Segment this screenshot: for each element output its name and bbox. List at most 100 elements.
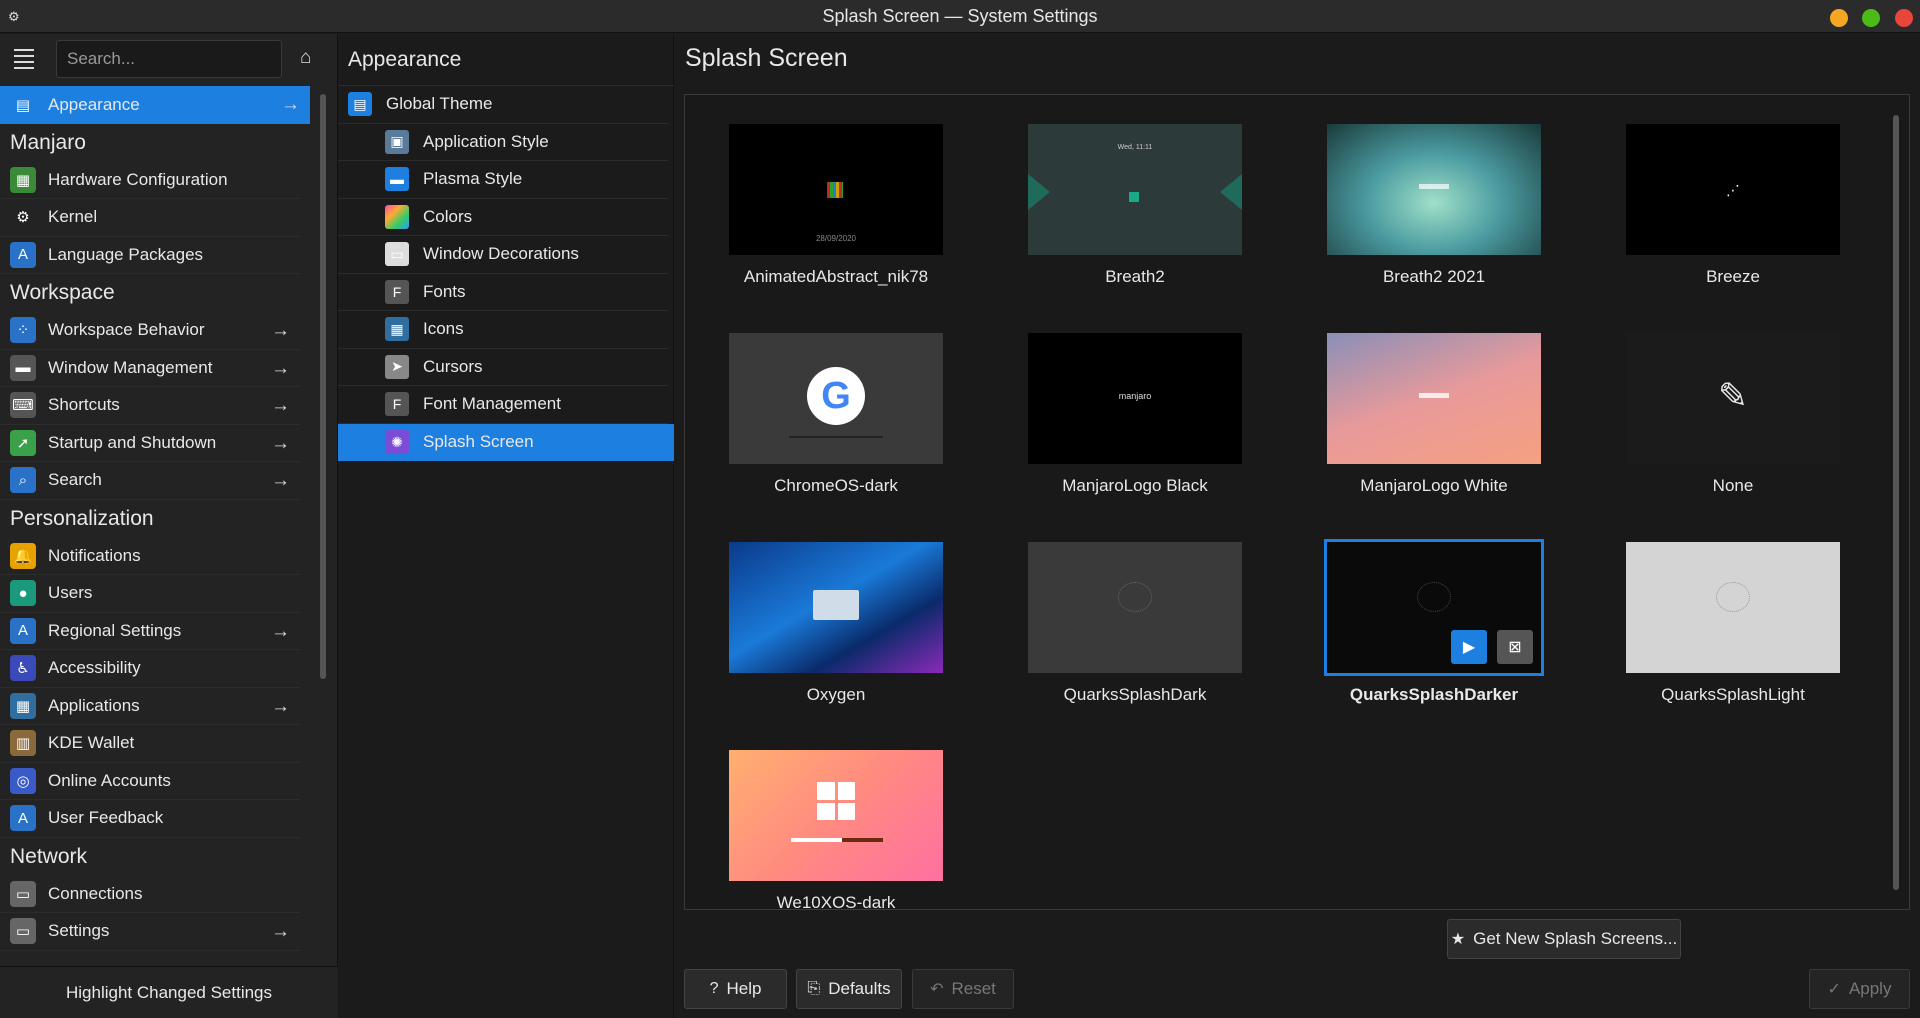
splash-theme-tile[interactable]: ▶ ⊠ QuarksSplashDarker <box>1324 539 1544 739</box>
sidebar-item-kernel[interactable]: ⚙ Kernel <box>0 199 300 237</box>
uninstall-button[interactable]: ⊠ <box>1497 630 1533 664</box>
sidebar-item-label: Workspace Behavior <box>48 320 205 340</box>
splash-theme-tile[interactable]: 28/09/2020 AnimatedAbstract_nik78 <box>726 121 946 321</box>
subcategory-colors[interactable]: Colors <box>338 199 668 236</box>
thumb-date-text: 28/09/2020 <box>815 234 857 243</box>
sidebar-scrollbar[interactable] <box>320 94 326 679</box>
splash-theme-tile[interactable]: ManjaroLogo White <box>1324 330 1544 530</box>
colors-icon <box>385 204 409 229</box>
splash-icon: ✺ <box>385 430 409 455</box>
splash-theme-tile[interactable]: manjaro ManjaroLogo Black <box>1025 330 1245 530</box>
sidebar-item-workspace-behavior[interactable]: ⁘ Workspace Behavior → <box>0 312 300 350</box>
network-settings-icon: ▭ <box>10 918 36 945</box>
subcategory-label: Global Theme <box>386 94 493 114</box>
subcategory-splash-screen[interactable]: ✺ Splash Screen <box>338 423 674 461</box>
splash-theme-tile[interactable]: Breath2 2021 <box>1324 121 1544 321</box>
hamburger-menu-icon[interactable] <box>14 49 34 69</box>
sidebar-item-label: Applications <box>48 695 140 715</box>
close-button[interactable] <box>1895 9 1913 27</box>
category-title: Appearance <box>348 48 462 71</box>
subcategory-window-decorations[interactable]: ▭ Window Decorations <box>338 236 668 274</box>
defaults-label: Defaults <box>828 979 891 998</box>
sidebar-item-label: Language Packages <box>48 244 204 264</box>
sidebar-item-label: Settings <box>48 921 110 941</box>
theme-preview-thumbnail: manjaro <box>1028 333 1242 464</box>
preview-play-button[interactable]: ▶ <box>1451 630 1487 664</box>
theme-preview-thumbnail <box>1028 542 1242 673</box>
theme-preview-thumbnail: G <box>729 333 943 464</box>
theme-name-label: QuarksSplashDark <box>1063 685 1207 704</box>
sidebar-item-search[interactable]: ⌕ Search → <box>0 462 300 500</box>
subcategory-icons[interactable]: ▦ Icons <box>338 311 668 349</box>
splash-theme-tile[interactable]: G ChromeOS-dark <box>726 330 946 530</box>
home-icon[interactable]: ⌂ <box>300 48 320 67</box>
sidebar-list: ▤ Appearance → Manjaro ▦ Hardware Configurati… <box>0 86 310 966</box>
sidebar-item-hardware-configuration[interactable]: ▦ Hardware Configuration <box>0 162 300 199</box>
defaults-icon: ⎘ <box>807 980 821 997</box>
subcategory-plasma-style[interactable]: ▬ Plasma Style <box>338 161 668 199</box>
splash-theme-tile[interactable]: ✎ None <box>1623 330 1843 530</box>
icons-icon: ▦ <box>385 317 409 342</box>
apply-label: Apply <box>1848 979 1892 998</box>
reset-button[interactable]: ↶ Reset <box>912 969 1014 1009</box>
maximize-button[interactable] <box>1862 9 1880 27</box>
subcategory-label: Icons <box>423 319 464 339</box>
wallet-icon: ▥ <box>10 730 36 757</box>
connections-icon: ▭ <box>10 880 36 907</box>
theme-name-label: ChromeOS-dark <box>774 476 898 495</box>
splash-theme-tile[interactable]: ⋰ Breeze <box>1623 121 1843 321</box>
sidebar-item-label: Accessibility <box>48 658 141 678</box>
defaults-button[interactable]: ⎘ Defaults <box>796 969 902 1009</box>
sidebar-item-language-packages[interactable]: A Language Packages <box>0 237 300 274</box>
sidebar-item-users[interactable]: ● Users <box>0 575 300 613</box>
windows-logo-icon <box>817 782 855 820</box>
subcategory-global-theme[interactable]: ▤ Global Theme <box>338 86 668 124</box>
get-new-splash-screens-button[interactable]: ★ Get New Splash Screens... <box>1447 919 1681 959</box>
splash-theme-tile[interactable]: QuarksSplashDark <box>1025 539 1245 739</box>
grid-scrollbar[interactable] <box>1893 115 1899 890</box>
theme-name-label: Breath2 2021 <box>1382 267 1486 286</box>
cursor-icon: ➤ <box>385 354 409 379</box>
sidebar-item-shortcuts[interactable]: ⌨ Shortcuts → <box>0 387 300 425</box>
sidebar-item-connections[interactable]: ▭ Connections <box>0 876 300 913</box>
subcategory-label: Plasma Style <box>423 169 523 189</box>
user-icon: ● <box>10 580 36 607</box>
sidebar-item-regional-settings[interactable]: A Regional Settings → <box>0 613 300 650</box>
theme-preview-thumbnail <box>729 542 943 673</box>
sidebar-item-kde-wallet[interactable]: ▥ KDE Wallet <box>0 725 300 763</box>
help-button[interactable]: ? Help <box>684 969 787 1009</box>
thumb-time-text: Wed, 11:11 <box>1117 144 1153 151</box>
sidebar-item-window-management[interactable]: ▬ Window Management → <box>0 350 300 387</box>
sidebar-item-user-feedback[interactable]: A User Feedback <box>0 800 300 838</box>
sidebar-item-notifications[interactable]: 🔔 Notifications <box>0 538 300 575</box>
theme-preview-thumbnail <box>1327 333 1541 464</box>
subcategory-font-management[interactable]: F Font Management <box>338 386 668 424</box>
arrow-right-icon: → <box>271 395 290 416</box>
splash-theme-tile[interactable]: We10XOS-dark <box>726 747 946 909</box>
highlight-changed-settings-button[interactable]: Highlight Changed Settings <box>0 966 338 1018</box>
splash-theme-grid: 28/09/2020 AnimatedAbstract_nik78 Wed, 11:… <box>684 94 1910 910</box>
applications-icon: ▦ <box>10 692 36 719</box>
search-input[interactable] <box>56 40 282 78</box>
theme-preview-thumbnail <box>1626 542 1840 673</box>
sidebar-item-accessibility[interactable]: ♿ Accessibility <box>0 650 300 688</box>
sidebar-item-settings[interactable]: ▭ Settings → <box>0 913 300 951</box>
sidebar-item-startup-and-shutdown[interactable]: ➚ Startup and Shutdown → <box>0 425 300 462</box>
splash-theme-tile[interactable]: Oxygen <box>726 539 946 739</box>
sidebar-item-label: Users <box>48 583 93 603</box>
subcategory-cursors[interactable]: ➤ Cursors <box>338 349 668 386</box>
theme-name-label: ManjaroLogo Black <box>1062 476 1208 495</box>
subcategory-application-style[interactable]: ▣ Application Style <box>338 124 668 161</box>
splash-theme-tile[interactable]: Wed, 11:11 Breath2 <box>1025 121 1245 321</box>
minimize-button[interactable] <box>1830 9 1848 27</box>
apply-button[interactable]: ✓ Apply <box>1809 969 1910 1009</box>
splash-theme-tile[interactable]: QuarksSplashLight <box>1623 539 1843 739</box>
sidebar-item-appearance[interactable]: ▤ Appearance → <box>0 86 310 124</box>
arrow-right-icon: → <box>271 470 290 491</box>
theme-preview-thumbnail: Wed, 11:11 <box>1028 124 1242 255</box>
search-icon: ⌕ <box>10 467 36 494</box>
sidebar-item-online-accounts[interactable]: ◎ Online Accounts <box>0 763 300 800</box>
subcategory-fonts[interactable]: F Fonts <box>338 274 668 311</box>
rocket-icon: ➚ <box>10 429 36 456</box>
sidebar-item-applications[interactable]: ▦ Applications → <box>0 688 300 725</box>
